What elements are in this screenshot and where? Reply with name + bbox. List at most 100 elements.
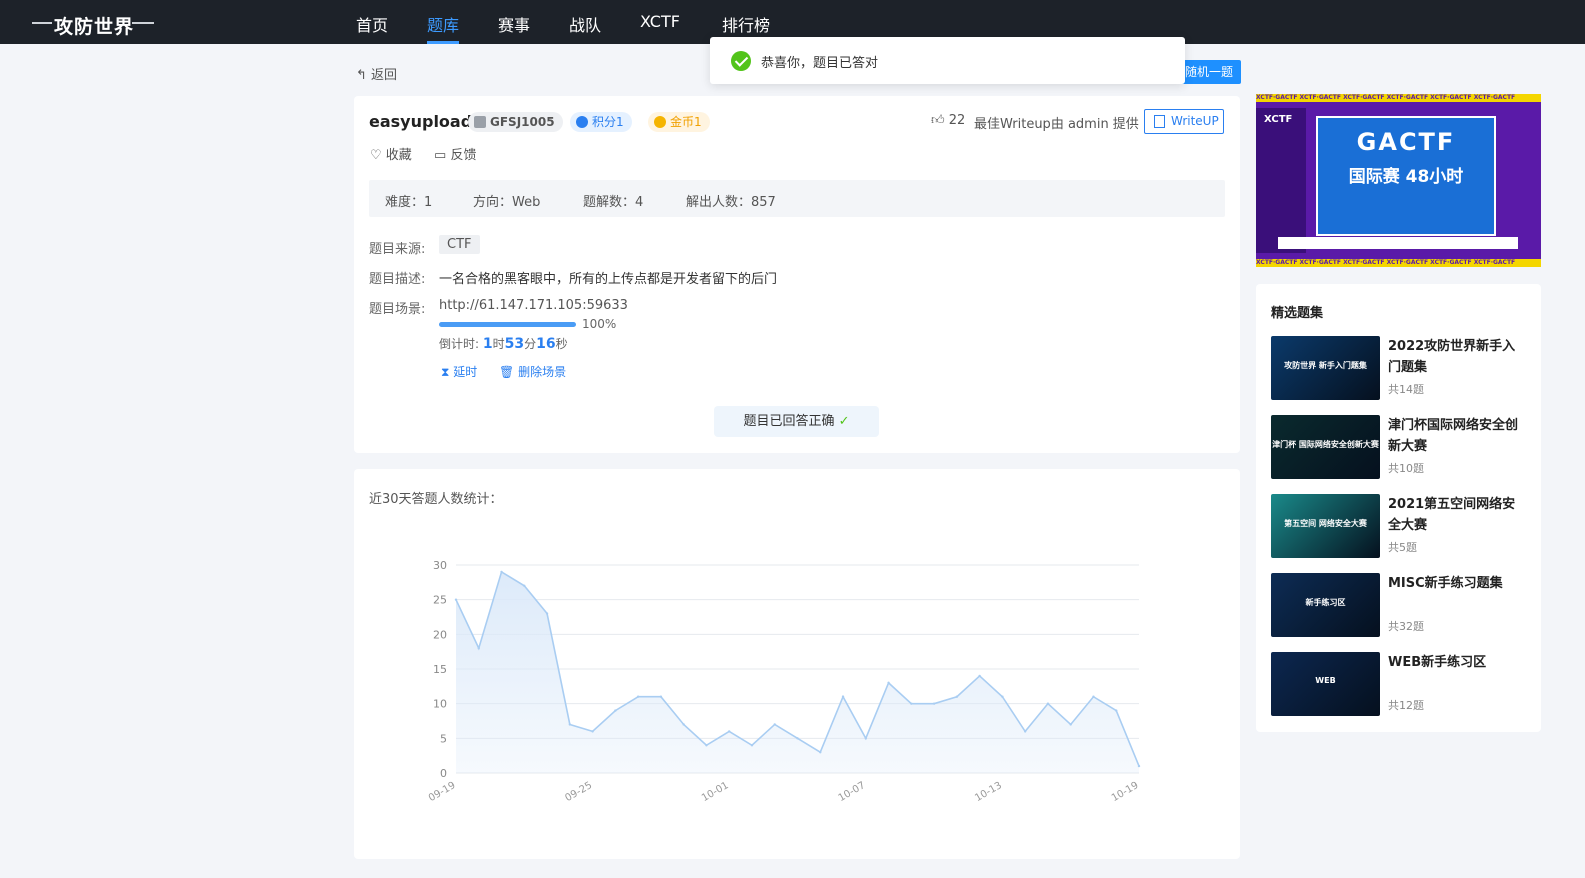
- answered-text: 题目已回答正确: [743, 414, 835, 429]
- scene-url[interactable]: http://61.147.171.105:59633: [439, 298, 628, 313]
- writeup-button[interactable]: WriteUP: [1144, 109, 1224, 134]
- banner-stripe-top: XCTF·GACTF XCTF·GACTF XCTF·GACTF XCTF·GA…: [1256, 94, 1541, 102]
- stat-difficulty: 难度：1: [385, 195, 433, 210]
- set-name[interactable]: 2021第五空间网络安全大赛: [1388, 494, 1528, 536]
- banner-sponsor-strip: [1278, 237, 1518, 249]
- feedback-button[interactable]: ▭ 反馈: [434, 144, 476, 163]
- seconds-unit: 秒: [555, 337, 568, 351]
- set-thumbnail: 津门杯 国际网络安全创新大赛: [1271, 415, 1380, 479]
- set-name[interactable]: MISC新手练习题集: [1388, 573, 1528, 594]
- x-tick-label: 10-13: [973, 780, 1004, 804]
- set-count: 共12题: [1388, 699, 1424, 712]
- x-tick-label: 09-19: [427, 780, 458, 804]
- featured-set-item[interactable]: 攻防世界 新手入门题集 2022攻防世界新手入门题集共14题: [1271, 336, 1531, 400]
- delete-label: 删除场景: [518, 365, 567, 379]
- scene-progress-bar: [439, 322, 576, 327]
- source-label: 题目来源:: [369, 242, 426, 257]
- score-badge: 积分1: [570, 112, 632, 132]
- source-tag: CTF: [439, 235, 480, 254]
- stat-direction: 方向：Web: [473, 195, 541, 210]
- nav-home[interactable]: 首页: [356, 12, 388, 36]
- challenge-title: easyupload: [369, 112, 473, 131]
- set-name[interactable]: 2022攻防世界新手入门题集: [1388, 336, 1528, 378]
- y-tick-label: 0: [440, 767, 447, 780]
- nav-xctf[interactable]: XCTF: [640, 12, 680, 31]
- featured-set-item[interactable]: 新手练习区 MISC新手练习题集 共32题: [1271, 573, 1531, 637]
- delete-scene-button[interactable]: 🗑︎ 删除场景: [499, 363, 566, 380]
- data-point: [864, 737, 867, 740]
- best-writeup-text: 最佳Writeup由 admin 提供: [974, 117, 1139, 132]
- featured-set-item[interactable]: WEB WEB新手练习区共12题: [1271, 652, 1531, 716]
- back-label: 返回: [371, 68, 398, 83]
- data-point: [1069, 723, 1072, 726]
- nav-teams[interactable]: 战队: [569, 12, 601, 36]
- featured-set-item[interactable]: 津门杯 国际网络安全创新大赛 津门杯国际网络安全创新大赛共10题: [1271, 415, 1531, 479]
- y-tick-label: 10: [433, 698, 447, 711]
- data-point: [545, 612, 549, 615]
- gactf-banner[interactable]: XCTF·GACTF XCTF·GACTF XCTF·GACTF XCTF·GA…: [1256, 94, 1541, 267]
- nav-problems[interactable]: 题库: [427, 12, 459, 36]
- writeup-label: WriteUP: [1171, 114, 1219, 128]
- coin-icon: [654, 116, 666, 128]
- minutes-unit: 分: [524, 337, 537, 351]
- data-point: [978, 674, 981, 678]
- y-tick-label: 5: [440, 732, 447, 745]
- data-point: [1001, 695, 1004, 698]
- stats-chart-card: 近30天答题人数统计： 0 5 10 15 20 25 30 09-19 09-25 10-01 1…: [354, 469, 1240, 859]
- data-point: [910, 702, 913, 705]
- id-icon: [474, 116, 486, 128]
- set-thumbnail-caption: 新手练习区: [1305, 598, 1346, 607]
- countdown-hours: 1: [482, 336, 493, 352]
- data-point: [591, 730, 594, 733]
- set-name[interactable]: WEB新手练习区: [1388, 652, 1528, 673]
- back-link[interactable]: ↰ 返回: [356, 64, 397, 83]
- set-thumbnail: 第五空间 网络安全大赛: [1271, 494, 1380, 558]
- document-icon: [1154, 115, 1165, 128]
- gold-badge: 金币1: [648, 112, 710, 132]
- data-point: [841, 695, 845, 698]
- favorite-button[interactable]: ♡ 收藏: [370, 144, 412, 163]
- data-point: [887, 681, 890, 685]
- nav-events[interactable]: 赛事: [498, 12, 530, 36]
- like-count: 22: [948, 113, 966, 128]
- banner-stripe-bottom: XCTF·GACTF XCTF·GACTF XCTF·GACTF XCTF·GA…: [1256, 259, 1541, 267]
- data-point: [750, 744, 754, 747]
- data-point: [773, 723, 776, 726]
- answered-status: 题目已回答正确 ✓: [714, 406, 879, 437]
- extend-button[interactable]: ⧗ 延时: [441, 363, 477, 380]
- trash-icon: 🗑︎: [499, 365, 515, 379]
- x-tick-label: 10-19: [1110, 780, 1141, 804]
- countdown-timer: 倒计时: 1时53分16秒: [439, 335, 568, 352]
- data-point: [796, 737, 799, 740]
- data-point: [682, 723, 685, 726]
- y-tick-label: 25: [433, 594, 447, 607]
- random-challenge-button[interactable]: 随机一题: [1178, 60, 1241, 84]
- set-thumbnail-caption: 攻防世界 新手入门题集: [1284, 361, 1367, 370]
- score-label: 积分1: [592, 115, 624, 129]
- set-thumbnail-caption: WEB: [1315, 676, 1336, 685]
- progress-percent: 100%: [582, 317, 617, 331]
- featured-set-item[interactable]: 第五空间 网络安全大赛 2021第五空间网络安全大赛共5题: [1271, 494, 1531, 558]
- set-count: 共10题: [1388, 462, 1424, 475]
- data-point: [705, 744, 708, 747]
- data-point: [614, 709, 617, 712]
- set-thumbnail: 新手练习区: [1271, 573, 1380, 637]
- set-name[interactable]: 津门杯国际网络安全创新大赛: [1388, 415, 1528, 457]
- toast-message: 恭喜你，题目已答对: [761, 56, 879, 71]
- return-arrow-icon: ↰: [356, 68, 367, 83]
- set-count: 共5题: [1388, 541, 1417, 554]
- set-count: 共14题: [1388, 383, 1424, 396]
- logo-title: 攻防世界: [54, 16, 135, 38]
- nav-active-indicator: [427, 41, 459, 44]
- extend-label: 延时: [453, 365, 478, 379]
- data-point: [1023, 730, 1027, 733]
- y-tick-label: 30: [433, 559, 447, 572]
- like-button[interactable]: 👍︎ 22: [931, 113, 965, 128]
- solvers-area-chart: 0 5 10 15 20 25 30 09-19 09-25 10-01 10-07 10-13 10-…: [427, 559, 1141, 804]
- countdown-minutes: 53: [504, 336, 525, 352]
- site-logo[interactable]: 攻防世界: [32, 10, 154, 38]
- logo-line-left: [32, 22, 52, 24]
- hourglass-icon: ⧗: [441, 365, 450, 379]
- nav-ranking[interactable]: 排行榜: [722, 12, 770, 36]
- data-point: [1046, 702, 1050, 705]
